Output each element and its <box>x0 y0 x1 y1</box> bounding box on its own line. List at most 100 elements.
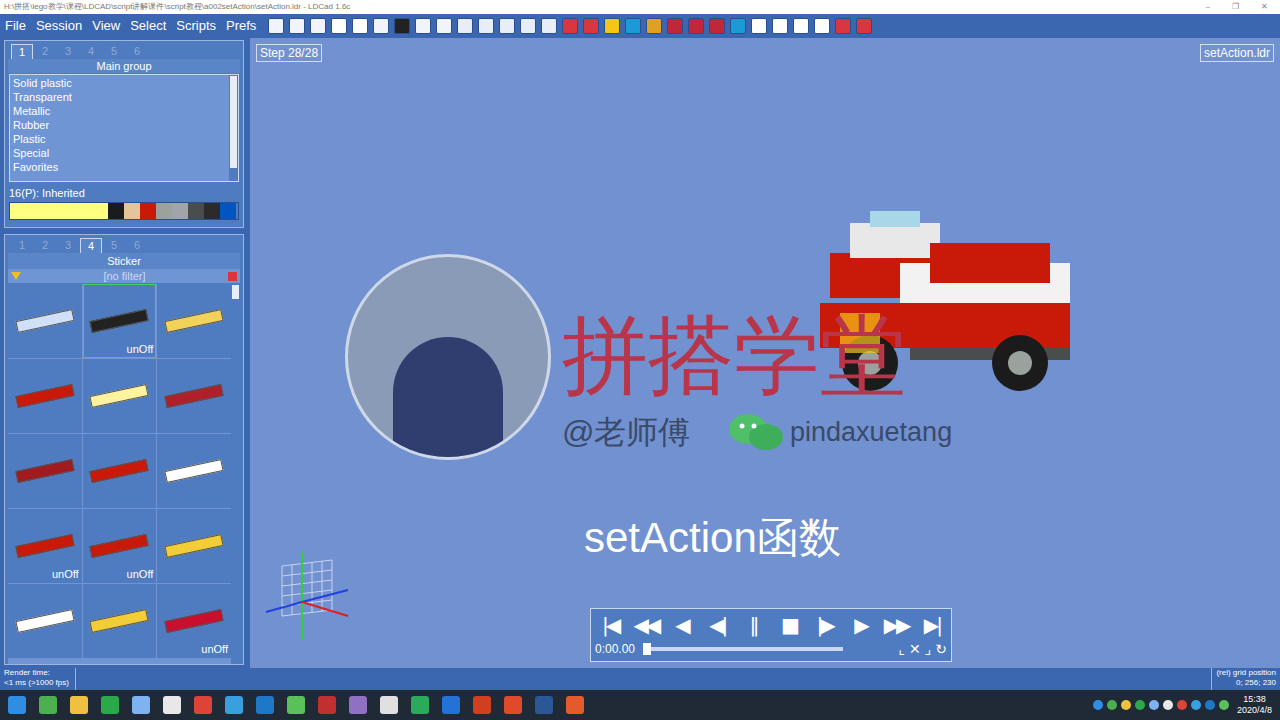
toolbar-tool-icon[interactable] <box>457 18 473 34</box>
playback-button[interactable]: ▶| <box>917 611 947 639</box>
color-swatch[interactable] <box>10 203 108 219</box>
toolbar-tool-icon[interactable] <box>688 18 704 34</box>
playback-button[interactable]: ◀ <box>667 611 697 639</box>
tray-icon[interactable] <box>1135 700 1145 710</box>
taskbar-app-icon[interactable] <box>70 696 88 714</box>
filter-bar[interactable]: [no filter] <box>8 269 240 283</box>
playback-tool[interactable]: ⌞ <box>898 641 905 657</box>
taskbar-app-icon[interactable] <box>504 696 522 714</box>
tray-icon[interactable] <box>1163 700 1173 710</box>
tray-icon[interactable] <box>1219 700 1229 710</box>
taskbar-app-icon[interactable] <box>349 696 367 714</box>
tray-icon[interactable] <box>1121 700 1131 710</box>
toolbar-tool-icon[interactable] <box>373 18 389 34</box>
part-tile[interactable] <box>157 434 231 508</box>
color-group-item[interactable]: Special <box>13 146 229 160</box>
toolbar-tool-icon[interactable] <box>604 18 620 34</box>
toolbar-tool-icon[interactable] <box>814 18 830 34</box>
window-control[interactable]: ✕ <box>1261 2 1268 12</box>
tray-icon[interactable] <box>1191 700 1201 710</box>
playback-button[interactable]: ■ <box>774 611 804 639</box>
part-tile[interactable] <box>83 584 157 658</box>
window-control[interactable]: ❐ <box>1232 2 1239 12</box>
color-swatch[interactable] <box>108 203 124 219</box>
toolbar-tool-icon[interactable] <box>289 18 305 34</box>
panel-tab[interactable]: 5 <box>103 44 125 59</box>
toolbar-tool-icon[interactable] <box>331 18 347 34</box>
panel-tab[interactable]: 6 <box>126 238 148 253</box>
panel-tab[interactable]: 4 <box>80 238 102 253</box>
toolbar-tool-icon[interactable] <box>415 18 431 34</box>
taskbar-app-icon[interactable] <box>39 696 57 714</box>
part-tile[interactable]: unOff <box>83 284 157 358</box>
toolbar-tool-icon[interactable] <box>583 18 599 34</box>
menu-item[interactable]: Session <box>36 18 82 34</box>
part-tile[interactable]: unOff <box>83 509 157 583</box>
panel-tab[interactable]: 3 <box>57 238 79 253</box>
part-tile[interactable] <box>83 359 157 433</box>
menu-item[interactable]: Select <box>130 18 166 34</box>
playback-button[interactable]: ▶ <box>845 611 875 639</box>
taskbar-app-icon[interactable] <box>380 696 398 714</box>
toolbar-tool-icon[interactable] <box>730 18 746 34</box>
color-group-item[interactable]: Transparent <box>13 90 229 104</box>
playback-tool[interactable]: ⌟ <box>925 641 932 657</box>
toolbar-tool-icon[interactable] <box>856 18 872 34</box>
filter-icon[interactable] <box>11 272 21 280</box>
part-tile[interactable]: unOff <box>8 509 82 583</box>
toolbar-tool-icon[interactable] <box>394 18 410 34</box>
color-swatch[interactable] <box>172 203 188 219</box>
playback-button[interactable]: ◀| <box>702 611 732 639</box>
taskbar-app-icon[interactable] <box>566 696 584 714</box>
toolbar-tool-icon[interactable] <box>478 18 494 34</box>
playback-tool[interactable]: ✕ <box>909 641 921 657</box>
part-tile[interactable] <box>8 359 82 433</box>
clear-filter-icon[interactable] <box>228 272 237 281</box>
color-swatch[interactable] <box>220 203 236 219</box>
playback-button[interactable]: ‖ <box>738 611 768 639</box>
taskbar-app-icon[interactable] <box>256 696 274 714</box>
playback-button[interactable]: ◀◀ <box>631 611 661 639</box>
toolbar-tool-icon[interactable] <box>520 18 536 34</box>
toolbar-tool-icon[interactable] <box>835 18 851 34</box>
part-tile[interactable] <box>157 284 231 358</box>
part-tile[interactable] <box>157 509 231 583</box>
panel-tab[interactable]: 2 <box>34 238 56 253</box>
color-swatch[interactable] <box>156 203 172 219</box>
toolbar-tool-icon[interactable] <box>310 18 326 34</box>
taskbar-app-icon[interactable] <box>194 696 212 714</box>
panel-tab[interactable]: 3 <box>57 44 79 59</box>
part-tile[interactable] <box>83 434 157 508</box>
toolbar-tool-icon[interactable] <box>793 18 809 34</box>
toolbar-tool-icon[interactable] <box>499 18 515 34</box>
playback-button[interactable]: ▶▶ <box>881 611 911 639</box>
menu-item[interactable]: File <box>5 18 26 34</box>
toolbar-tool-icon[interactable] <box>751 18 767 34</box>
toolbar-tool-icon[interactable] <box>625 18 641 34</box>
scrollbar[interactable] <box>229 75 238 181</box>
taskbar-app-icon[interactable] <box>163 696 181 714</box>
taskbar-app-icon[interactable] <box>287 696 305 714</box>
taskbar-app-icon[interactable] <box>225 696 243 714</box>
toolbar-tool-icon[interactable] <box>541 18 557 34</box>
panel-tab[interactable]: 5 <box>103 238 125 253</box>
color-group-item[interactable]: Solid plastic <box>13 76 229 90</box>
toolbar-tool-icon[interactable] <box>436 18 452 34</box>
part-tile[interactable]: unOff <box>157 584 231 658</box>
color-group-item[interactable]: Plastic <box>13 132 229 146</box>
menu-item[interactable]: View <box>92 18 120 34</box>
playback-slider[interactable] <box>643 647 843 651</box>
color-swatch[interactable] <box>204 203 220 219</box>
part-tile[interactable] <box>8 434 82 508</box>
menu-item[interactable]: Prefs <box>226 18 256 34</box>
tray-icon[interactable] <box>1149 700 1159 710</box>
color-group-item[interactable]: Favorites <box>13 160 229 174</box>
playback-tool[interactable]: ↻ <box>935 641 947 657</box>
tray-icon[interactable] <box>1205 700 1215 710</box>
window-control[interactable]: – <box>1206 2 1210 12</box>
toolbar-tool-icon[interactable] <box>772 18 788 34</box>
taskbar-app-icon[interactable] <box>318 696 336 714</box>
panel-tab[interactable]: 1 <box>11 44 33 59</box>
taskbar-app-icon[interactable] <box>442 696 460 714</box>
taskbar-app-icon[interactable] <box>101 696 119 714</box>
